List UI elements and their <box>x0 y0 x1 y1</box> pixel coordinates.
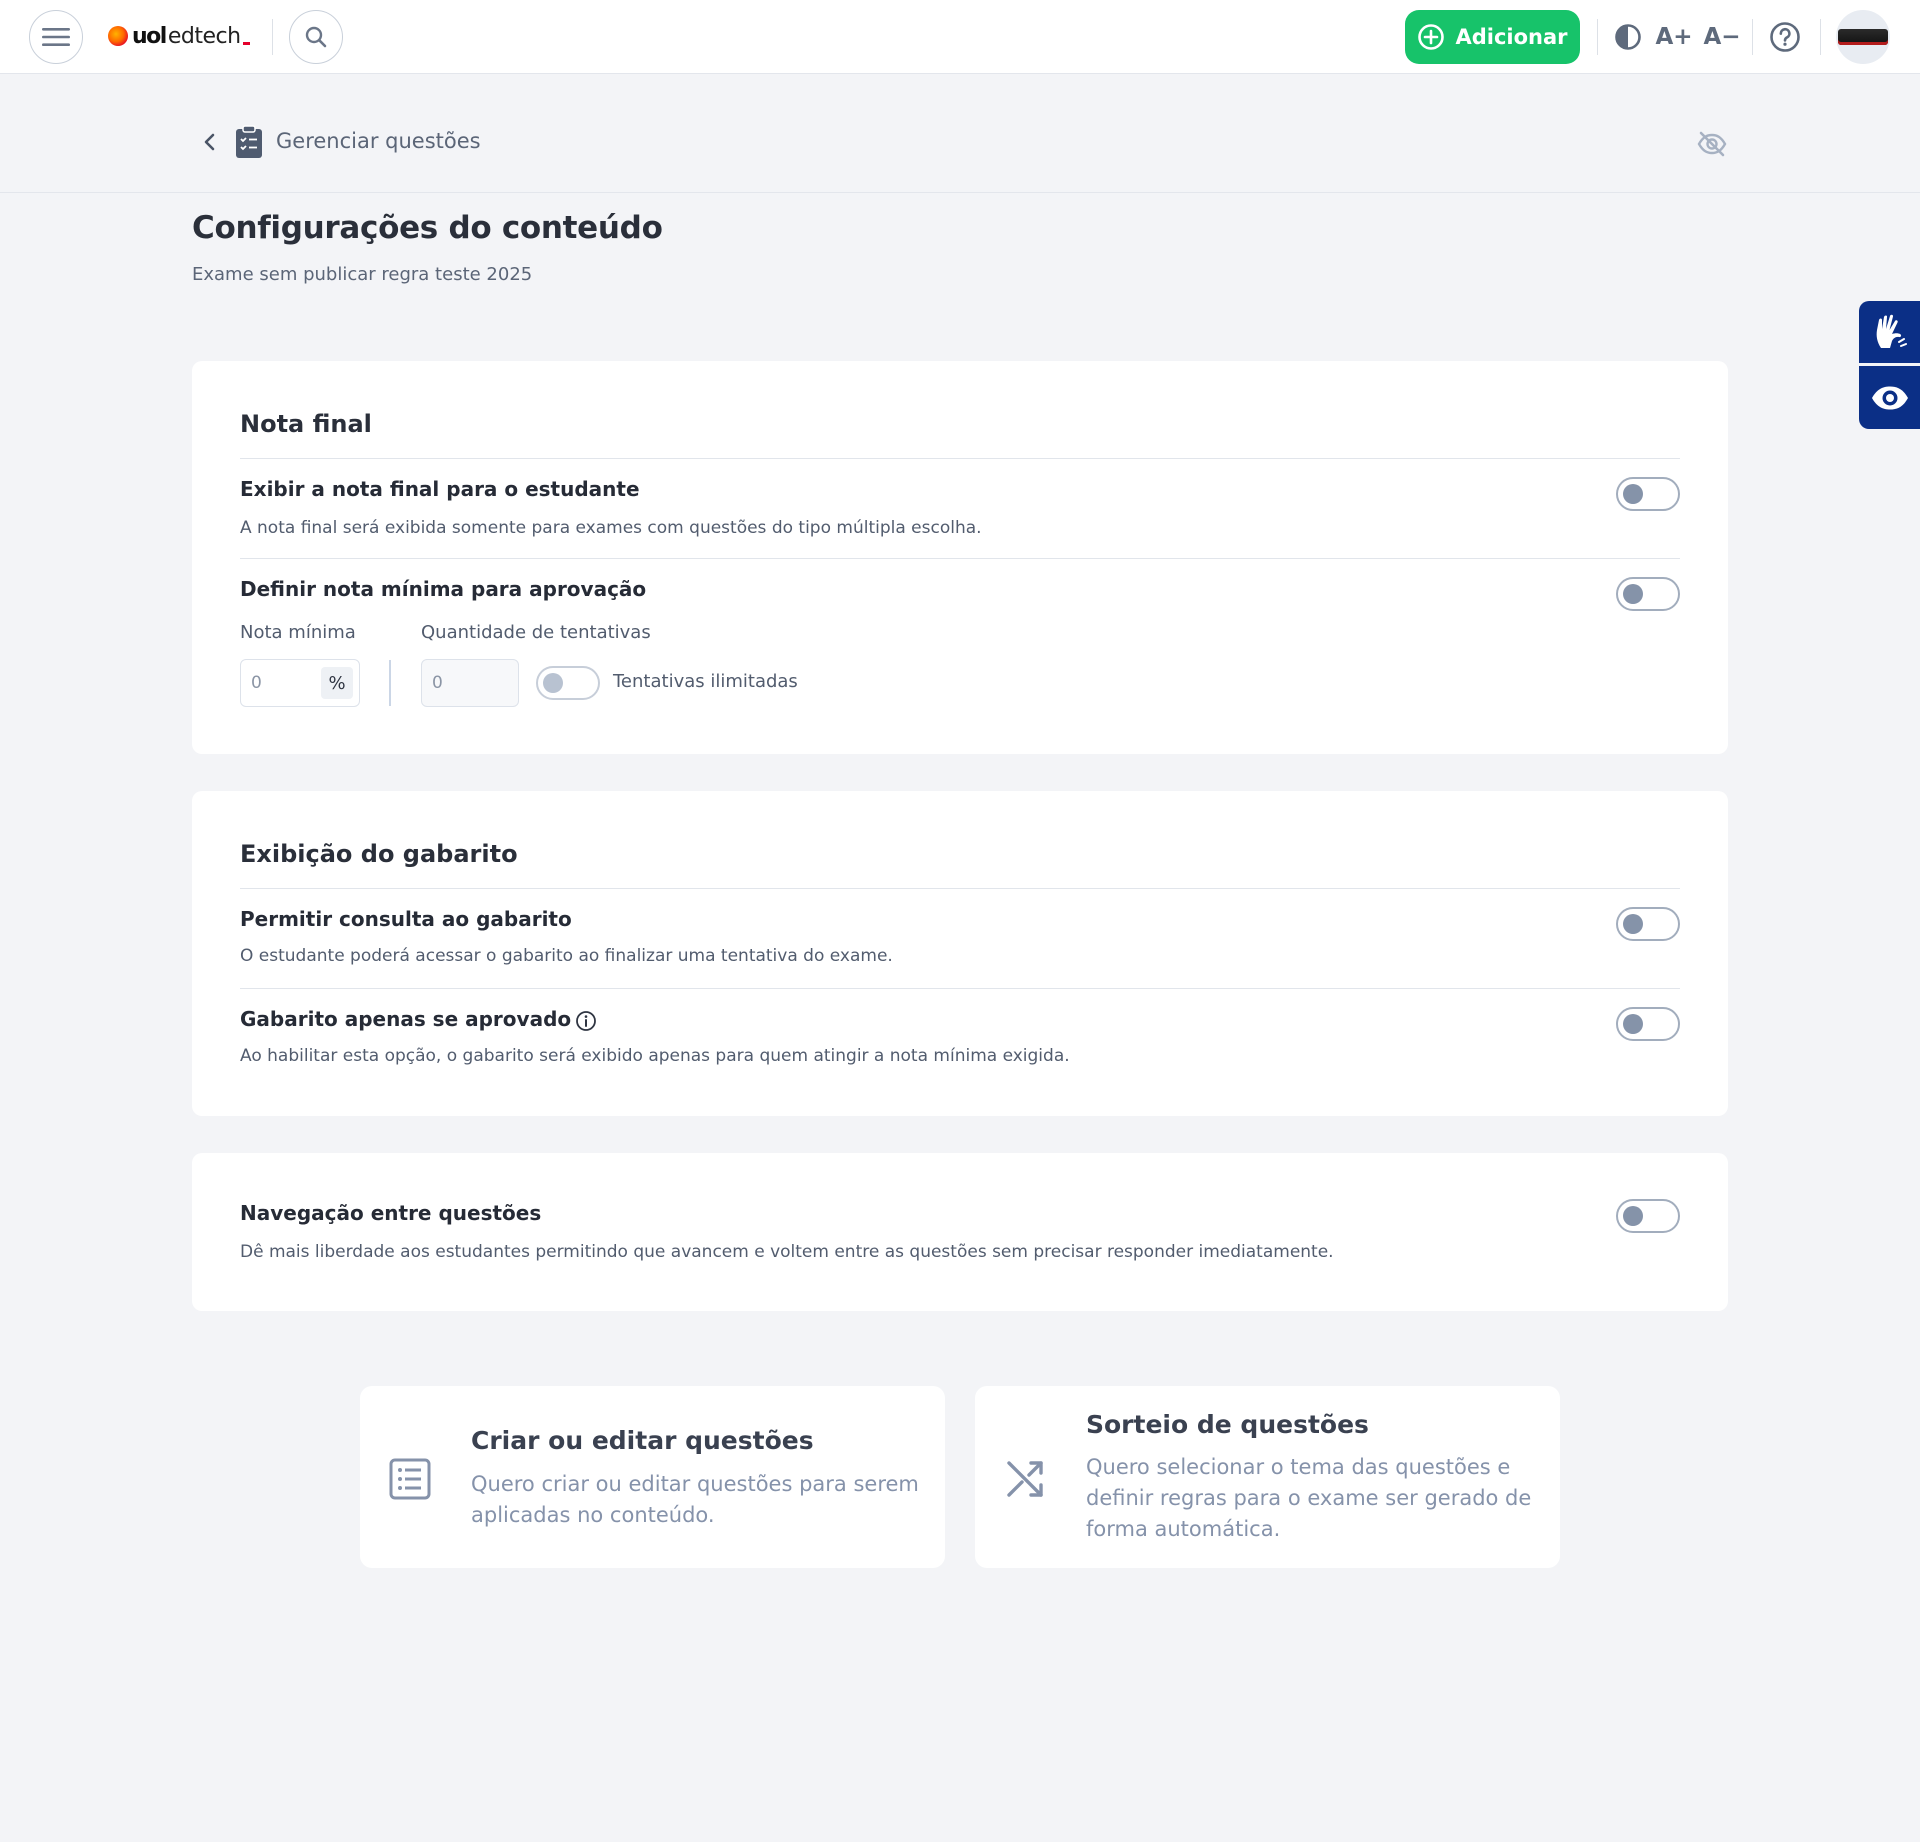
eye-off-icon[interactable] <box>1696 128 1728 160</box>
sign-language-icon <box>1876 314 1907 348</box>
list-icon <box>389 1458 431 1500</box>
info-icon[interactable] <box>575 1010 597 1032</box>
uol-edtech-logo[interactable]: uol edtech <box>108 20 250 52</box>
page-subtitle: Exame sem publicar regra teste 2025 <box>192 264 533 285</box>
divider <box>240 558 1680 559</box>
toggle-knob <box>1623 484 1643 504</box>
chevron-left-icon[interactable] <box>198 130 222 154</box>
allow-answer-key-toggle[interactable] <box>1616 907 1680 941</box>
add-button[interactable]: Adicionar <box>1405 10 1580 64</box>
navigation-description: Dê mais liberdade aos estudantes permiti… <box>240 1242 1334 1262</box>
divider <box>1752 19 1753 55</box>
search-button[interactable] <box>289 10 343 64</box>
toggle-knob <box>1623 584 1643 604</box>
hamburger-icon <box>42 28 70 46</box>
plus-circle-icon <box>1418 24 1445 50</box>
allow-answer-key-title: Permitir consulta ao gabarito <box>240 907 572 931</box>
answer-key-approved-title: Gabarito apenas se aprovado <box>240 1007 572 1031</box>
create-questions-title: Criar ou editar questões <box>471 1426 814 1455</box>
toggle-knob <box>543 673 563 693</box>
sign-language-button[interactable] <box>1859 301 1920 363</box>
logo-underscore <box>242 41 250 45</box>
divider <box>240 458 1680 459</box>
divider <box>240 888 1680 889</box>
answer-key-card: Exibição do gabarito Permitir consulta a… <box>192 791 1728 1116</box>
min-grade-label: Nota mínima <box>240 622 356 643</box>
attempts-label: Quantidade de tentativas <box>421 622 651 643</box>
search-icon <box>305 26 327 48</box>
min-grade-toggle[interactable] <box>1616 577 1680 611</box>
percent-suffix: % <box>321 667 353 699</box>
divider <box>1820 19 1821 55</box>
add-button-label: Adicionar <box>1455 25 1568 49</box>
logo-dot <box>108 26 128 46</box>
min-grade-input[interactable]: 0 % <box>240 659 360 707</box>
avatar[interactable] <box>1836 10 1890 64</box>
answer-key-approved-toggle[interactable] <box>1616 1007 1680 1041</box>
allow-answer-key-description: O estudante poderá acessar o gabarito ao… <box>240 946 893 966</box>
final-grade-card: Nota final Exibir a nota final para o es… <box>192 361 1728 754</box>
page-title: Configurações do conteúdo <box>192 210 663 246</box>
contrast-button[interactable] <box>1613 18 1643 56</box>
answer-key-section-title: Exibição do gabarito <box>240 840 518 868</box>
create-questions-card[interactable]: Criar ou editar questões Quero criar ou … <box>360 1386 945 1568</box>
logo-uol-text: uol <box>132 23 167 49</box>
navigation-card: Navegação entre questões Dê mais liberda… <box>192 1153 1728 1311</box>
divider <box>240 988 1680 989</box>
toggle-knob <box>1623 914 1643 934</box>
final-grade-section-title: Nota final <box>240 410 372 438</box>
create-questions-description: Quero criar ou editar questões para sere… <box>471 1472 919 1527</box>
navigation-toggle[interactable] <box>1616 1199 1680 1233</box>
unlimited-attempts-label: Tentativas ilimitadas <box>613 671 798 692</box>
help-button[interactable] <box>1768 18 1802 56</box>
attempts-input[interactable]: 0 <box>421 659 519 707</box>
top-bar: uol edtech Adicionar A+ A− <box>0 0 1920 74</box>
logo-edtech-text: edtech <box>167 23 241 49</box>
min-grade-title: Definir nota mínima para aprovação <box>240 577 647 601</box>
min-grade-value: 0 <box>251 673 262 693</box>
attempts-value: 0 <box>432 673 443 693</box>
divider <box>1597 19 1598 55</box>
font-increase-button[interactable]: A+ <box>1655 18 1692 56</box>
clipboard-icon <box>236 125 262 158</box>
contrast-icon <box>1615 24 1641 50</box>
sub-header-title: Gerenciar questões <box>276 129 481 153</box>
shuffle-icon <box>1007 1461 1043 1497</box>
accessibility-view-button[interactable] <box>1859 366 1920 429</box>
divider <box>389 660 391 706</box>
toggle-knob <box>1623 1014 1643 1034</box>
show-final-grade-title: Exibir a nota final para o estudante <box>240 477 640 501</box>
eye-icon <box>1871 386 1908 409</box>
help-icon <box>1770 22 1800 52</box>
toggle-knob <box>1623 1206 1643 1226</box>
divider <box>272 19 273 55</box>
show-final-grade-toggle[interactable] <box>1616 477 1680 511</box>
avatar-image <box>1838 29 1888 45</box>
draw-questions-title: Sorteio de questões <box>1086 1410 1369 1439</box>
draw-questions-description: Quero selecionar o tema das questões e d… <box>1086 1455 1532 1541</box>
menu-button[interactable] <box>29 10 83 64</box>
unlimited-attempts-toggle[interactable] <box>536 666 600 700</box>
answer-key-approved-description: Ao habilitar esta opção, o gabarito será… <box>240 1046 1070 1066</box>
show-final-grade-description: A nota final será exibida somente para e… <box>240 518 982 538</box>
font-decrease-button[interactable]: A− <box>1703 18 1740 56</box>
navigation-title: Navegação entre questões <box>240 1201 542 1225</box>
draw-questions-card[interactable]: Sorteio de questões Quero selecionar o t… <box>975 1386 1560 1568</box>
